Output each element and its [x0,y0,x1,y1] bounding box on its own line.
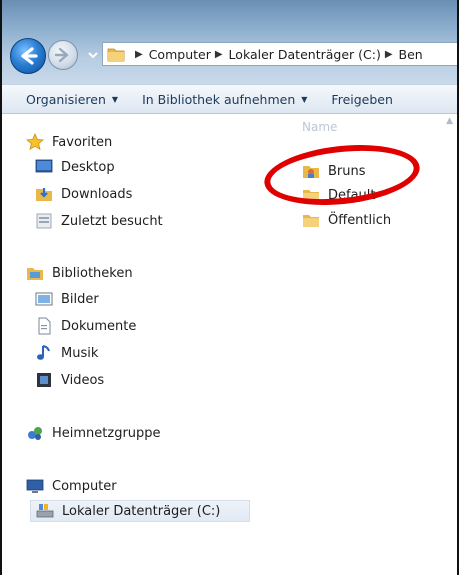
local-disk-icon [36,504,54,518]
star-icon [26,133,44,151]
nav-homegroup-label: Heimnetzgruppe [52,425,161,441]
desktop-icon [35,159,53,173]
nav-local-disk-label: Lokaler Datenträger (C:) [62,503,221,519]
column-header-name[interactable]: Name [302,120,337,134]
organize-label: Organisieren [26,91,106,107]
folder-icon [303,215,319,227]
nav-pictures[interactable]: Bilder [35,288,99,310]
pictures-library-icon [35,292,53,306]
nav-favorites-label: Favoriten [52,134,113,150]
folder-icon [107,48,125,62]
breadcrumb-computer[interactable]: Computer [149,47,211,62]
breadcrumb-local-disk[interactable]: Lokaler Datenträger (C:) [229,47,381,62]
include-in-library-label: In Bibliothek aufnehmen [142,91,296,107]
nav-pictures-label: Bilder [61,291,99,307]
nav-recent-places[interactable]: Zuletzt besucht [35,210,163,232]
organize-button[interactable]: Organisieren ▼ [26,92,118,107]
nav-libraries-label: Bibliotheken [52,265,133,281]
share-label: Freigeben [331,91,393,107]
breadcrumb-users[interactable]: Ben [399,47,423,62]
nav-recent-places-label: Zuletzt besucht [61,213,163,229]
chevron-down-icon: ▼ [111,94,119,104]
navigation-pane: Favoriten Desktop Downloads Zuletzt besu… [2,114,278,534]
nav-computer[interactable]: Computer [26,475,117,497]
nav-downloads-label: Downloads [61,186,133,202]
nav-music-label: Musik [61,345,99,361]
music-library-icon [37,345,50,360]
address-bar[interactable]: ▶ Computer ▶ Lokaler Datenträger (C:) ▶ … [102,42,457,66]
nav-homegroup[interactable]: Heimnetzgruppe [26,422,161,444]
nav-documents-label: Dokumente [61,318,137,334]
back-button[interactable] [10,38,46,74]
command-bar: Organisieren ▼ In Bibliothek aufnehmen ▼… [2,84,457,114]
breadcrumb-separator-icon[interactable]: ▶ [135,49,143,60]
nav-favorites[interactable]: Favoriten [26,131,112,153]
nav-computer-label: Computer [52,478,117,494]
recent-places-icon [36,213,52,229]
forward-button[interactable] [48,40,78,70]
homegroup-icon [28,427,42,440]
nav-libraries[interactable]: Bibliotheken [26,262,133,284]
file-name: Öffentlich [328,212,392,228]
nav-videos[interactable]: Videos [35,369,104,391]
nav-desktop-label: Desktop [61,159,115,175]
chevron-down-icon: ▼ [301,94,308,104]
nav-local-disk[interactable]: Lokaler Datenträger (C:) [30,500,250,522]
breadcrumb-separator-icon[interactable]: ▶ [385,49,393,60]
videos-library-icon [37,373,51,387]
nav-videos-label: Videos [61,372,105,388]
downloads-folder-icon [36,188,52,201]
nav-documents[interactable]: Dokumente [35,315,136,337]
libraries-icon [27,268,43,280]
share-button[interactable]: Freigeben [331,92,392,107]
nav-desktop[interactable]: Desktop [35,156,115,178]
nav-music[interactable]: Musik [35,342,98,364]
sort-indicator-icon: ▲ [446,116,453,126]
nav-downloads[interactable]: Downloads [35,183,132,205]
breadcrumb-separator-icon[interactable]: ▶ [215,49,223,60]
title-bar: ▶ Computer ▶ Lokaler Datenträger (C:) ▶ … [2,0,457,84]
explorer-window: ▶ Computer ▶ Lokaler Datenträger (C:) ▶ … [0,0,459,575]
back-arrow-icon [21,47,38,65]
computer-icon [26,479,44,493]
list-item[interactable]: Öffentlich [302,210,391,230]
recent-pages-dropdown-icon[interactable] [86,48,100,62]
include-in-library-button[interactable]: In Bibliothek aufnehmen ▼ [142,92,307,107]
documents-library-icon [38,317,51,335]
forward-arrow-icon [54,47,69,63]
